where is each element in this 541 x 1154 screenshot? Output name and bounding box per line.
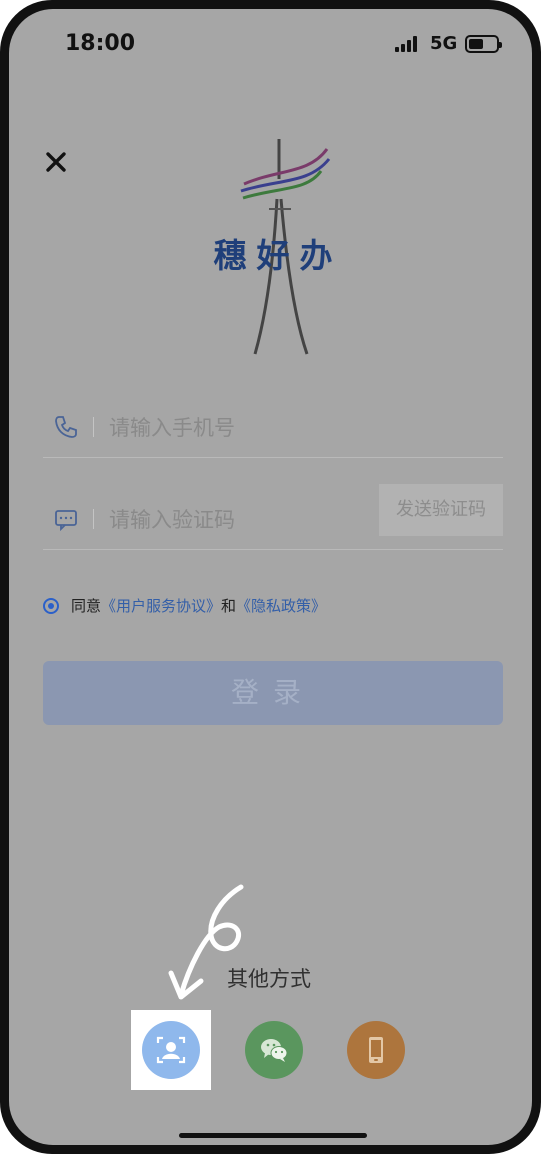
field-separator	[93, 509, 94, 529]
wechat-login-button[interactable]	[245, 1021, 303, 1079]
phone-frame: 18:00 5G 穗好办 请输入手机号 请输入验证码 发送验证码 同意《用户服务…	[0, 0, 541, 1154]
home-indicator	[179, 1133, 367, 1138]
agreement-prefix: 同意	[71, 597, 102, 615]
signal-icon	[395, 36, 423, 52]
network-type: 5G	[430, 33, 458, 54]
phone-input[interactable]	[107, 407, 371, 449]
phone-field	[43, 397, 503, 458]
agreement-radio[interactable]	[43, 598, 59, 614]
logo-title: 穗好办	[213, 236, 343, 275]
face-login-button[interactable]	[142, 1021, 200, 1079]
terms-link[interactable]: 《用户服务协议》	[101, 597, 221, 615]
field-separator	[93, 417, 94, 437]
phone-icon	[53, 414, 79, 440]
app-logo: 穗好办	[169, 139, 369, 369]
face-recognition-icon	[156, 1036, 186, 1064]
status-time: 18:00	[65, 31, 136, 56]
privacy-link[interactable]: 《隐私政策》	[236, 597, 326, 615]
phone-login-button[interactable]	[347, 1021, 405, 1079]
battery-icon	[465, 35, 502, 53]
send-code-button[interactable]: 发送验证码	[379, 484, 503, 536]
agreement-conjunction: 和	[221, 597, 237, 615]
code-input[interactable]	[107, 499, 371, 541]
message-icon	[53, 506, 79, 532]
code-field: 发送验证码	[43, 484, 503, 550]
login-button[interactable]: 登录	[43, 661, 503, 725]
close-icon[interactable]	[43, 149, 69, 175]
login-screen: 18:00 5G 穗好办 请输入手机号 请输入验证码 发送验证码 同意《用户服务…	[9, 9, 532, 1145]
agreement-text: 同意《用户服务协议》和《隐私政策》	[71, 595, 326, 616]
other-methods-label: 其他方式	[227, 967, 311, 991]
phone-login-icon	[369, 1037, 383, 1063]
status-bar: 18:00 5G	[9, 9, 532, 79]
wechat-icon	[261, 1039, 288, 1062]
